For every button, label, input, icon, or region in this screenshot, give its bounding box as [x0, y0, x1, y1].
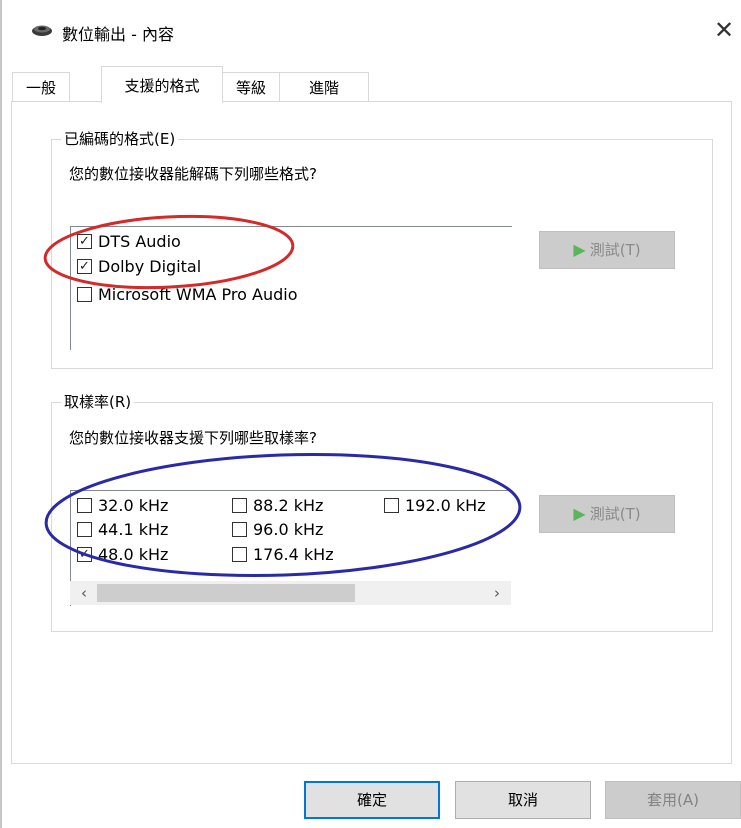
tab-general[interactable]: 一般	[12, 72, 70, 102]
wma-pro-checkbox[interactable]	[77, 287, 92, 302]
rate-item-32[interactable]: 32.0 kHz	[77, 496, 168, 515]
sample-rates-legend: 取樣率(R)	[61, 391, 135, 412]
dolby-checkbox[interactable]: ✓	[77, 259, 92, 274]
format-label: DTS Audio	[98, 232, 181, 251]
scroll-thumb[interactable]	[97, 584, 355, 602]
encoded-formats-prompt: 您的數位接收器能解碼下列哪些格式?	[69, 165, 317, 183]
encoded-test-button[interactable]: ▶ 測試(T)	[539, 231, 675, 269]
rate-192-checkbox[interactable]	[384, 498, 399, 513]
dts-checkbox[interactable]: ✓	[77, 234, 92, 249]
rate-88-checkbox[interactable]	[232, 498, 247, 513]
rate-item-44[interactable]: 44.1 kHz	[77, 520, 168, 539]
tab-advanced[interactable]: 進階	[279, 72, 369, 102]
format-label: Dolby Digital	[98, 257, 202, 276]
rate-96-checkbox[interactable]	[232, 522, 247, 537]
rate-label: 192.0 kHz	[405, 496, 486, 515]
sample-rates-hscrollbar[interactable]: ‹ ›	[70, 581, 511, 605]
scroll-right-arrow-icon[interactable]: ›	[485, 581, 509, 605]
rate-label: 176.4 kHz	[253, 545, 334, 564]
sample-rates-prompt: 您的數位接收器支援下列哪些取樣率?	[69, 429, 317, 447]
play-icon: ▶	[573, 240, 586, 259]
title-bar: 數位輸出 - 內容 ✕	[2, 0, 741, 64]
window-left-border	[0, 0, 2, 828]
ok-button[interactable]: 確定	[304, 781, 440, 819]
speaker-icon	[32, 25, 52, 36]
format-item-dolby[interactable]: ✓ Dolby Digital	[77, 257, 201, 276]
rate-item-48[interactable]: ✓ 48.0 kHz	[77, 545, 168, 564]
rate-item-96[interactable]: 96.0 kHz	[232, 520, 323, 539]
rate-176-checkbox[interactable]	[232, 547, 247, 562]
format-item-wma-pro[interactable]: Microsoft WMA Pro Audio	[77, 285, 298, 304]
format-item-dts[interactable]: ✓ DTS Audio	[77, 232, 181, 251]
rate-label: 48.0 kHz	[98, 545, 169, 564]
tab-levels[interactable]: 等級	[222, 72, 280, 102]
rate-item-88[interactable]: 88.2 kHz	[232, 496, 323, 515]
rate-item-176[interactable]: 176.4 kHz	[232, 545, 334, 564]
rate-label: 88.2 kHz	[253, 496, 324, 515]
rate-44-checkbox[interactable]	[77, 522, 92, 537]
close-icon[interactable]: ✕	[712, 17, 736, 43]
rate-label: 96.0 kHz	[253, 520, 324, 539]
format-label: Microsoft WMA Pro Audio	[98, 285, 298, 304]
sample-rates-test-button[interactable]: ▶ 測試(T)	[539, 495, 675, 533]
apply-button[interactable]: 套用(A)	[605, 781, 741, 819]
tab-supported-formats[interactable]: 支援的格式	[101, 66, 223, 103]
rate-item-192[interactable]: 192.0 kHz	[384, 496, 486, 515]
cancel-button[interactable]: 取消	[455, 781, 591, 819]
rate-label: 32.0 kHz	[98, 496, 169, 515]
rate-48-checkbox[interactable]: ✓	[77, 547, 92, 562]
encoded-formats-legend: 已編碼的格式(E)	[61, 128, 179, 149]
rate-32-checkbox[interactable]	[77, 498, 92, 513]
play-icon: ▶	[573, 504, 586, 523]
rate-label: 44.1 kHz	[98, 520, 169, 539]
window-title: 數位輸出 - 內容	[62, 25, 174, 44]
scroll-left-arrow-icon[interactable]: ‹	[72, 581, 96, 605]
